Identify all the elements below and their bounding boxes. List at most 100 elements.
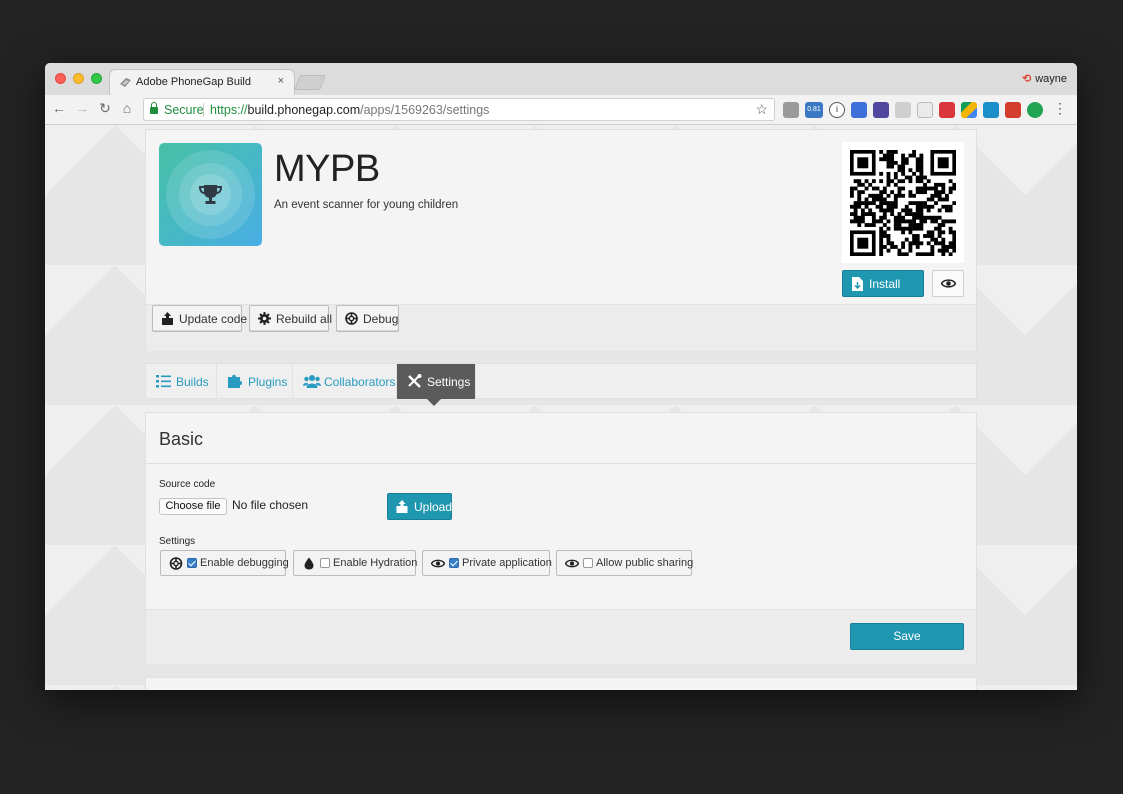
settings-label: Settings	[159, 536, 196, 547]
settings-footer: Save	[146, 609, 976, 664]
private-application-label: Private application	[462, 557, 552, 569]
app-icon	[159, 143, 262, 246]
url-path: /apps/1569263/settings	[360, 103, 490, 117]
next-section-card	[145, 677, 977, 690]
tab-strip: Adobe PhoneGap Build × ⟲ wayne	[45, 63, 1077, 95]
private-application-checkbox[interactable]	[449, 558, 459, 568]
tab-plugins[interactable]: Plugins	[217, 364, 293, 398]
enable-debugging-toggle[interactable]: Enable debugging	[160, 550, 289, 576]
upload-button[interactable]: Upload	[387, 493, 452, 520]
tab-settings[interactable]: Settings	[397, 364, 476, 406]
lifebuoy-icon	[345, 312, 358, 325]
reload-icon[interactable]: ↻	[96, 100, 114, 117]
divider	[146, 463, 976, 464]
users-icon	[303, 375, 321, 388]
tab-collaborators[interactable]: Collaborators	[293, 364, 397, 398]
extensions-row: 0.81 i	[783, 102, 1043, 118]
extension-window-icon[interactable]	[917, 102, 933, 118]
install-label: Install	[869, 277, 901, 291]
allow-public-sharing-checkbox[interactable]	[583, 558, 593, 568]
lifebuoy-icon	[169, 557, 183, 570]
tab-builds-label: Builds	[176, 375, 209, 389]
page-content: MYPB An event scanner for young children…	[45, 125, 1077, 690]
back-arrow-icon[interactable]: ←	[50, 100, 68, 116]
update-code-label: Update code	[179, 312, 248, 326]
tab-plugins-label: Plugins	[248, 375, 288, 389]
url-text: https://build.phonegap.com/apps/1569263/…	[210, 103, 489, 117]
install-doc-icon	[852, 277, 863, 291]
rebuild-all-label: Rebuild all	[276, 312, 333, 326]
enable-hydration-toggle[interactable]: Enable Hydration	[293, 550, 418, 576]
extension-badge-icon[interactable]: 0.81	[805, 102, 823, 118]
drive-icon[interactable]	[961, 102, 977, 118]
private-application-toggle[interactable]: Private application	[422, 550, 552, 576]
bookmark-star-icon[interactable]: ☆	[755, 101, 768, 118]
enable-debugging-label: Enable debugging	[200, 557, 289, 569]
address-bar[interactable]: Secure https://build.phonegap.com/apps/1…	[143, 98, 775, 121]
tools-icon	[408, 374, 422, 388]
upload-label: Upload	[414, 500, 453, 514]
tab-close-icon[interactable]: ×	[278, 75, 284, 87]
enable-hydration-label: Enable Hydration	[333, 557, 418, 569]
no-file-text: No file chosen	[232, 498, 309, 512]
allow-public-sharing-toggle[interactable]: Allow public sharing	[556, 550, 694, 576]
choose-file-button[interactable]: Choose file	[159, 498, 227, 515]
phonegap-favicon-icon	[120, 78, 131, 87]
upload-box-icon	[162, 312, 173, 325]
extension-cloud-icon[interactable]	[895, 102, 911, 118]
tab-title: Adobe PhoneGap Build	[136, 76, 251, 88]
extension-red-badge-icon[interactable]	[1005, 102, 1021, 118]
save-button[interactable]: Save	[850, 623, 964, 650]
debug-button[interactable]: Debug	[336, 305, 399, 332]
extension-refresh-icon[interactable]	[983, 102, 999, 118]
url-host: build.phonegap.com	[247, 103, 361, 117]
forward-arrow-icon[interactable]: →	[73, 100, 91, 116]
eye-icon	[941, 279, 956, 288]
app-name: MYPB	[274, 148, 380, 190]
home-icon[interactable]: ⌂	[118, 100, 136, 116]
qr-code	[842, 142, 964, 263]
tab-settings-label: Settings	[427, 375, 471, 389]
browser-menu-icon[interactable]: ⋮	[1053, 100, 1067, 117]
profile-button[interactable]: ⟲ wayne	[1022, 72, 1067, 85]
browser-tab[interactable]: Adobe PhoneGap Build ×	[109, 69, 295, 95]
eye-icon	[565, 559, 579, 568]
install-button[interactable]: Install	[842, 270, 924, 297]
app-actions: Update code Rebuild all Debug	[146, 304, 976, 351]
debug-label: Debug	[363, 312, 399, 326]
trophy-icon	[198, 185, 223, 204]
list-icon	[156, 375, 171, 388]
browser-window: Adobe PhoneGap Build × ⟲ wayne ← → ↻ ⌂ Se…	[45, 63, 1077, 690]
close-window-button[interactable]	[55, 73, 66, 84]
enable-debugging-checkbox[interactable]	[187, 558, 197, 568]
droplet-icon	[304, 557, 314, 570]
lock-icon	[150, 102, 158, 114]
tab-collaborators-label: Collaborators	[324, 375, 396, 389]
extension-puzzle-icon[interactable]	[873, 102, 889, 118]
basic-settings-card: Basic Source code Choose file No file ch…	[145, 412, 977, 664]
profile-name: wayne	[1035, 73, 1067, 85]
profile-icon: ⟲	[1021, 73, 1032, 85]
url-protocol: https://	[210, 103, 248, 117]
eye-icon	[431, 559, 445, 568]
secure-label: Secure	[164, 103, 204, 117]
extension-reader-icon[interactable]	[783, 102, 799, 118]
gear-icon	[258, 312, 271, 325]
section-title: Basic	[159, 429, 204, 449]
new-tab-button[interactable]	[294, 75, 326, 90]
url-separator	[203, 103, 204, 117]
extension-flag-icon[interactable]	[851, 102, 867, 118]
puzzle-icon	[228, 374, 242, 388]
extension-green-icon[interactable]	[1027, 102, 1043, 118]
upload-box-icon	[396, 500, 408, 513]
zoom-window-button[interactable]	[91, 73, 102, 84]
tab-builds[interactable]: Builds	[146, 364, 217, 398]
update-code-button[interactable]: Update code	[152, 305, 247, 332]
extension-info-icon[interactable]: i	[829, 102, 845, 118]
preview-button[interactable]	[932, 270, 964, 297]
minimize-window-button[interactable]	[73, 73, 84, 84]
rebuild-all-button[interactable]: Rebuild all	[249, 305, 333, 332]
extension-bookmark-icon[interactable]	[939, 102, 955, 118]
allow-public-sharing-label: Allow public sharing	[596, 557, 694, 569]
enable-hydration-checkbox[interactable]	[320, 558, 330, 568]
